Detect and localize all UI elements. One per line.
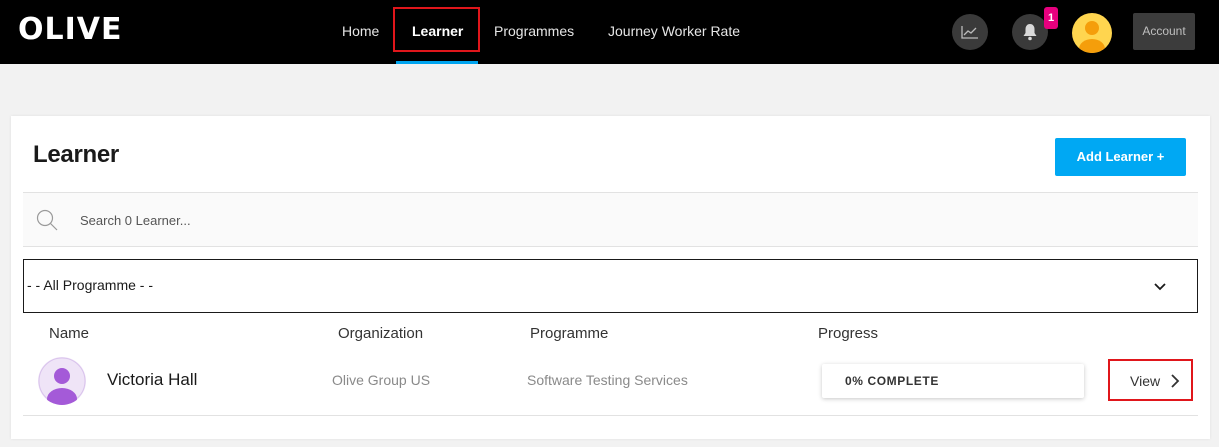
bell-icon (1023, 24, 1037, 41)
column-header-organization: Organization (338, 325, 424, 342)
nav-home[interactable]: Home (342, 0, 379, 64)
programme-filter-value: - - All Programme - - (27, 277, 154, 293)
learner-avatar (38, 357, 86, 405)
account-button[interactable]: Account (1133, 13, 1195, 50)
learner-programme: Software Testing Services (527, 372, 688, 388)
search-icon (36, 209, 58, 231)
search-input[interactable] (80, 207, 580, 233)
nav-active-underline (396, 61, 478, 64)
chevron-down-icon (1154, 283, 1166, 291)
nav-learner-highlight (393, 7, 480, 52)
trend-chart-icon (961, 26, 978, 39)
analytics-button[interactable] (952, 14, 988, 50)
notification-count-badge: 1 (1044, 7, 1058, 29)
learner-name[interactable]: Victoria Hall (107, 370, 197, 390)
page-title: Learner (33, 141, 119, 168)
search-bar (23, 192, 1198, 247)
progress-label: 0% COMPLETE (845, 374, 939, 388)
nav-journey-worker-rate[interactable]: Journey Worker Rate (608, 0, 740, 64)
programme-filter-select[interactable]: - - All Programme - - (23, 259, 1198, 313)
column-header-name: Name (49, 325, 90, 342)
learner-organization: Olive Group US (332, 372, 431, 388)
notifications-button[interactable] (1012, 14, 1048, 50)
olive-logo[interactable]: OLIVE (18, 12, 123, 47)
learner-progress-bar: 0% COMPLETE (822, 364, 1084, 398)
user-avatar-icon (38, 357, 86, 405)
view-label: View (1130, 373, 1161, 389)
view-learner-button[interactable]: View (1108, 359, 1193, 401)
user-avatar-icon[interactable] (1072, 13, 1112, 53)
row-divider (23, 415, 1198, 416)
top-navigation-bar: OLIVE Home Learner Programmes Journey Wo… (0, 0, 1219, 64)
nav-programmes[interactable]: Programmes (494, 0, 574, 64)
column-header-progress: Progress (818, 325, 879, 342)
chevron-right-icon (1171, 374, 1180, 388)
column-header-programme: Programme (530, 325, 609, 342)
learner-card: Learner Add Learner + - - All Programme … (11, 116, 1210, 439)
avatar-silhouette (1079, 21, 1105, 53)
add-learner-button[interactable]: Add Learner + (1055, 138, 1186, 176)
